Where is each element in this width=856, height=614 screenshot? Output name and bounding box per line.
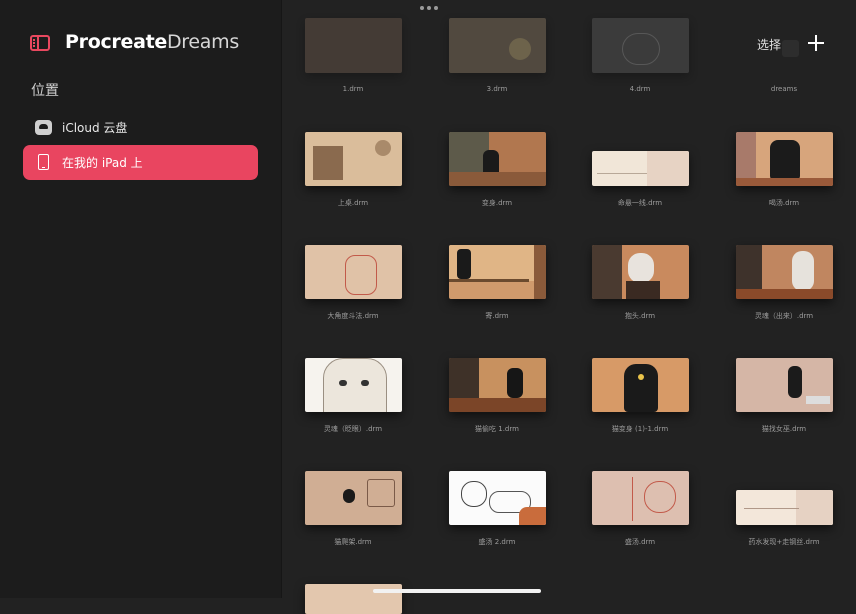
file-item[interactable]: 命悬一线.drm xyxy=(575,125,705,207)
file-name: 变身.drm xyxy=(481,199,513,207)
file-name: 1.drm xyxy=(342,85,364,93)
file-item[interactable]: 猫偷吃 1.drm xyxy=(432,351,562,433)
file-item[interactable]: 盛汤.drm xyxy=(575,464,705,546)
file-name: 猫变身 (1)-1.drm xyxy=(611,425,669,433)
file-thumbnail xyxy=(449,245,546,299)
file-item[interactable]: 猫爬架.drm xyxy=(288,464,418,546)
file-item[interactable]: 盛汤 2.drm xyxy=(432,464,562,546)
file-thumbnail xyxy=(736,245,833,299)
file-item[interactable] xyxy=(288,577,418,614)
file-item[interactable]: 灵魂（出来）.drm xyxy=(719,238,849,320)
file-thumbnail xyxy=(449,358,546,412)
file-item[interactable]: 上桌.drm xyxy=(288,125,418,207)
file-name: 药水发现+走钢丝.drm xyxy=(748,538,820,546)
file-thumbnail xyxy=(592,151,689,186)
file-name: 猫爬架.drm xyxy=(334,538,372,546)
file-item[interactable]: 灵魂（眨眼）.drm xyxy=(288,351,418,433)
file-thumbnail xyxy=(305,18,402,73)
file-thumbnail xyxy=(736,490,833,525)
brand-dreams: Dreams xyxy=(166,31,239,53)
file-item[interactable]: 猫变身 (1)-1.drm xyxy=(575,351,705,433)
location-label: 在我的 iPad 上 xyxy=(62,156,143,170)
file-name: 命悬一线.drm xyxy=(617,199,663,207)
file-name: 寄.drm xyxy=(485,312,509,320)
file-name: 上桌.drm xyxy=(337,199,369,207)
file-item[interactable]: 1.drm xyxy=(288,0,418,93)
file-thumbnail xyxy=(736,132,833,186)
file-name: 猫找女巫.drm xyxy=(761,425,807,433)
file-name: 猫偷吃 1.drm xyxy=(475,425,519,433)
file-name: 抱头.drm xyxy=(624,312,656,320)
home-indicator xyxy=(373,589,541,593)
file-name: 盛汤 2.drm xyxy=(478,538,516,546)
location-on-my-ipad[interactable]: 在我的 iPad 上 xyxy=(23,145,258,180)
file-thumbnail xyxy=(736,358,833,412)
file-name: 大角度斗法.drm xyxy=(327,312,379,320)
file-name: 灵魂（出来）.drm xyxy=(754,312,814,320)
icloud-drive-icon xyxy=(35,120,52,135)
file-item[interactable]: dreams xyxy=(719,0,849,93)
file-thumbnail xyxy=(305,132,402,186)
locations-section-title: 位置 xyxy=(31,83,59,99)
file-thumbnail xyxy=(592,471,689,525)
file-item[interactable]: 猫找女巫.drm xyxy=(719,351,849,433)
file-item[interactable]: 4.drm xyxy=(575,0,705,93)
file-thumbnail xyxy=(449,471,546,525)
file-name: 灵魂（眨眼）.drm xyxy=(323,425,383,433)
file-name: 喝汤.drm xyxy=(768,199,800,207)
file-thumbnail xyxy=(592,358,689,412)
file-name: 盛汤.drm xyxy=(624,538,656,546)
file-thumbnail xyxy=(449,132,546,186)
sidebar: ProcreateDreams 位置 iCloud 云盘 在我的 iPad 上 xyxy=(0,0,282,598)
file-thumbnail xyxy=(305,245,402,299)
file-thumbnail xyxy=(305,358,402,412)
location-label: iCloud 云盘 xyxy=(62,121,128,135)
file-thumbnail xyxy=(305,471,402,525)
file-item[interactable]: 药水发现+走钢丝.drm xyxy=(719,464,849,546)
file-name: 4.drm xyxy=(629,85,651,93)
file-name: 3.drm xyxy=(486,85,508,93)
file-name: dreams xyxy=(770,85,798,93)
file-thumbnail xyxy=(592,245,689,299)
sidebar-toggle-icon[interactable] xyxy=(30,35,50,51)
file-item[interactable]: 3.drm xyxy=(432,0,562,93)
file-item[interactable]: 变身.drm xyxy=(432,125,562,207)
file-item[interactable]: 抱头.drm xyxy=(575,238,705,320)
file-item[interactable]: 寄.drm xyxy=(432,238,562,320)
location-icloud-drive[interactable]: iCloud 云盘 xyxy=(23,110,258,145)
file-item[interactable]: 喝汤.drm xyxy=(719,125,849,207)
file-thumbnail xyxy=(449,18,546,73)
ipad-icon xyxy=(38,154,49,170)
brand-procreate: Procreate xyxy=(65,31,167,53)
app-logo: ProcreateDreams xyxy=(65,31,239,53)
file-thumbnail xyxy=(592,18,689,73)
file-item[interactable]: 大角度斗法.drm xyxy=(288,238,418,320)
